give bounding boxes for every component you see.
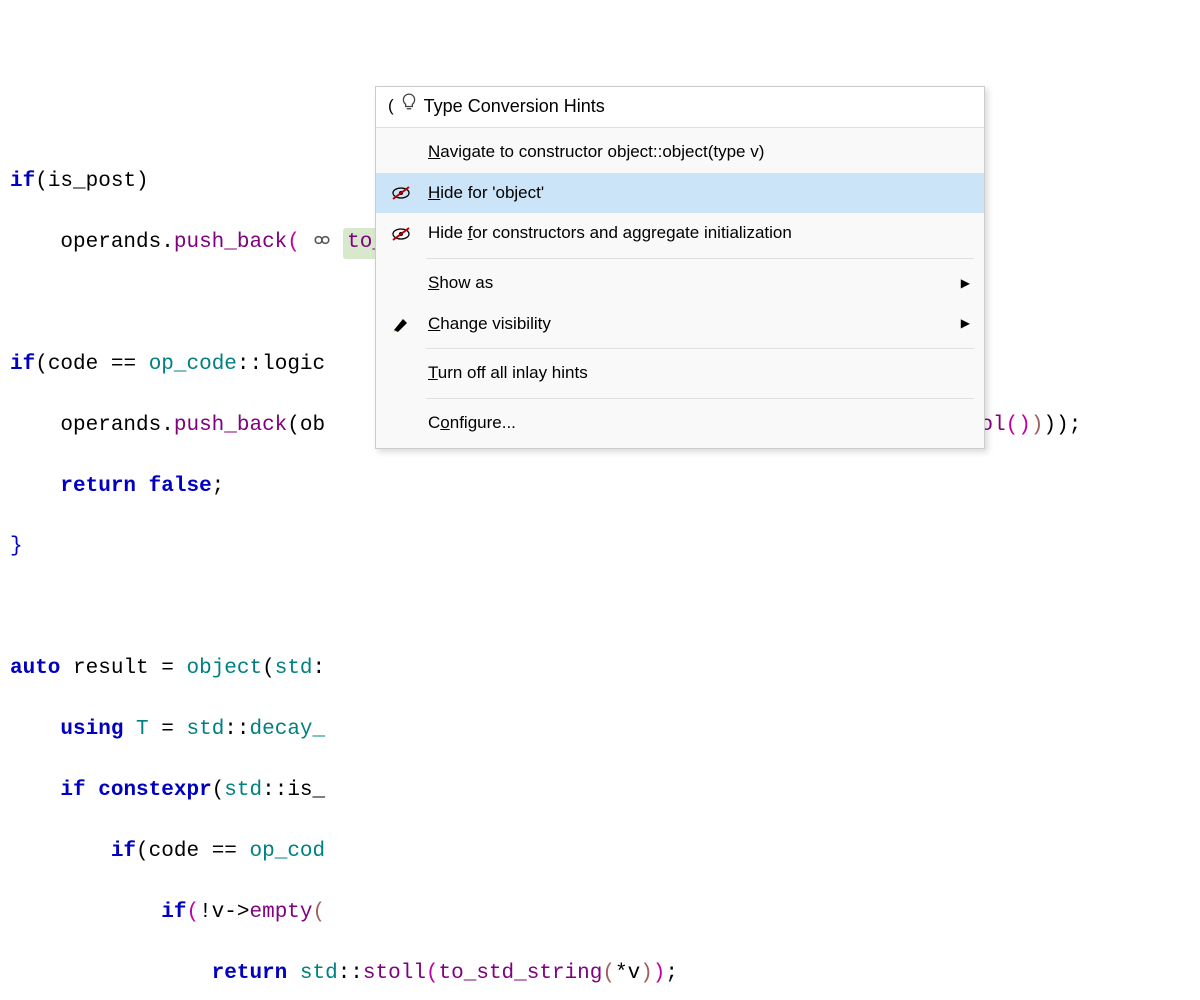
keyword-auto: auto (10, 657, 60, 680)
chevron-right-icon: ▶ (961, 275, 970, 292)
keyword-if: if (10, 170, 35, 193)
menu-header: ( Type Conversion Hints (376, 87, 984, 128)
code-line: return std::stoll(to_std_string(*v)); (10, 959, 1190, 989)
eye-slash-icon (386, 226, 416, 242)
method-call: empty (250, 901, 313, 924)
method-call: push_back (174, 231, 287, 254)
highlighter-icon (386, 315, 416, 333)
type: op_cod (250, 840, 326, 863)
menu-separator (426, 398, 974, 399)
keyword-if: if (60, 779, 85, 802)
identifier: is_post (48, 170, 136, 193)
code-line: return false; (10, 472, 1190, 502)
keyword-constexpr: constexpr (98, 779, 211, 802)
identifier: ob (300, 414, 325, 437)
identifier: is_ (287, 779, 325, 802)
namespace: std (186, 718, 224, 741)
menu-separator (426, 348, 974, 349)
identifier: code (48, 353, 98, 376)
code-line: } (10, 532, 1190, 562)
menu-item-show-as[interactable]: Show as ▶ (376, 263, 984, 304)
keyword-if: if (161, 901, 186, 924)
menu-header-text: Type Conversion Hints (424, 93, 605, 119)
context-menu: ( Type Conversion Hints NNavigate to con… (375, 86, 985, 449)
type: T (136, 718, 149, 741)
menu-separator (426, 258, 974, 259)
method-call: push_back (174, 414, 287, 437)
menu-item-configure[interactable]: Configure... (376, 403, 984, 444)
identifier: operands (60, 414, 161, 437)
keyword-using: using (60, 718, 123, 741)
identifier: result (73, 657, 149, 680)
namespace: std (275, 657, 313, 680)
keyword-return: return (212, 962, 288, 985)
identifier: v (212, 901, 225, 924)
chevron-right-icon: ▶ (961, 315, 970, 332)
menu-item-navigate[interactable]: NNavigate to constructor object::object(… (376, 132, 984, 173)
lightbulb-icon (400, 93, 418, 119)
menu-item-hide-constructors[interactable]: Hide for constructors and aggregate init… (376, 213, 984, 254)
code-line: if(!v->empty( (10, 898, 1190, 928)
code-line: auto result = object(std: (10, 654, 1190, 684)
hint-icon (313, 231, 331, 254)
identifier: operands (60, 231, 161, 254)
code-line: if constexpr(std::is_ (10, 776, 1190, 806)
identifier: v (628, 962, 641, 985)
eye-slash-icon (386, 185, 416, 201)
type: decay_ (250, 718, 326, 741)
type: object (186, 657, 262, 680)
namespace: std (224, 779, 262, 802)
keyword-if: if (10, 353, 35, 376)
keyword-return: return (60, 475, 136, 498)
code-line: if(code == op_cod (10, 837, 1190, 867)
menu-item-turn-off-hints[interactable]: Turn off all inlay hints (376, 353, 984, 394)
keyword-false: false (149, 475, 212, 498)
function-call: to_std_string (439, 962, 603, 985)
namespace: std (300, 962, 338, 985)
code-line: using T = std::decay_ (10, 715, 1190, 745)
identifier: code (149, 840, 199, 863)
menu-item-hide-object[interactable]: Hide for 'object' (376, 173, 984, 214)
identifier: logic (262, 353, 325, 376)
keyword-if: if (111, 840, 136, 863)
menu-item-change-visibility[interactable]: Change visibility ▶ (376, 304, 984, 345)
type: op_code (149, 353, 237, 376)
function-call: stoll (363, 962, 426, 985)
